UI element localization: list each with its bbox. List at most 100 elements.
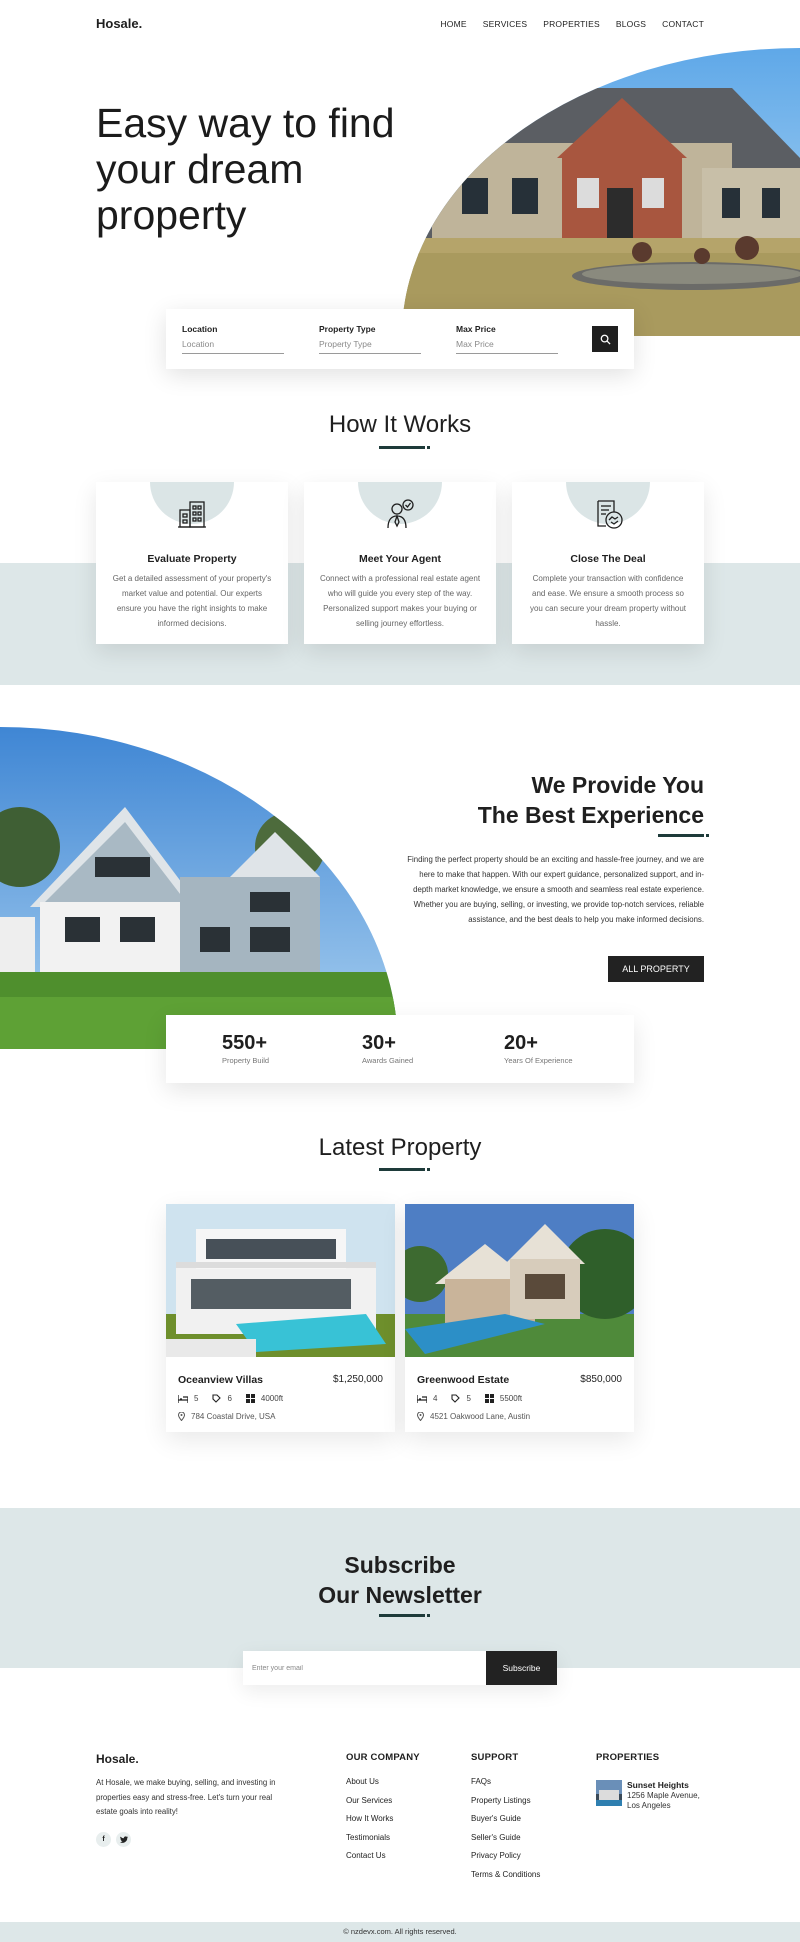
property-search-bar: Location Property Type Max Price — [166, 309, 634, 369]
stat-years-experience: 20+ Years Of Experience — [504, 1032, 573, 1065]
footer-about: At Hosale, we make buying, selling, and … — [96, 1778, 276, 1816]
property-type-field-group: Property Type — [319, 324, 421, 354]
property-specs: 5 6 4000ft — [178, 1394, 283, 1403]
copyright-bar: © nzdevx.com. All rights reserved. — [0, 1922, 800, 1942]
stat-label: Property Build — [222, 1056, 270, 1065]
footer-properties-heading: PROPERTIES — [596, 1752, 660, 1763]
footer-link-terms[interactable]: Terms & Conditions — [471, 1869, 540, 1880]
footer-link-testimonials[interactable]: Testimonials — [346, 1832, 393, 1843]
spec-area: 4000ft — [245, 1394, 284, 1403]
property-address-text: 4521 Oakwood Lane, Austin — [430, 1412, 531, 1421]
spec-area-value: 5500ft — [499, 1394, 523, 1403]
all-property-button[interactable]: ALL PROPERTY — [608, 956, 704, 982]
stat-value: 30+ — [362, 1032, 396, 1054]
spec-tags-value: 6 — [227, 1394, 232, 1403]
step-card-close: Close The Deal Complete your transaction… — [512, 482, 704, 644]
property-type-label: Property Type — [319, 324, 376, 334]
footer-link-how-it-works[interactable]: How It Works — [346, 1813, 393, 1824]
hero-house-image — [402, 48, 800, 336]
twitter-link[interactable] — [116, 1832, 131, 1847]
tag-icon — [451, 1394, 461, 1403]
spec-tags-value: 5 — [466, 1394, 471, 1403]
max-price-input[interactable] — [456, 337, 558, 354]
newsletter-form: Subscribe — [243, 1651, 557, 1685]
property-address: 784 Coastal Drive, USA — [178, 1412, 275, 1421]
provide-description: Finding the perfect property should be a… — [407, 855, 704, 924]
bed-icon — [178, 1394, 188, 1403]
stats-bar: 550+ Property Build 30+ Awards Gained 20… — [166, 1015, 634, 1083]
nav-contact[interactable]: CONTACT — [662, 19, 704, 29]
spec-tags: 5 — [451, 1394, 471, 1403]
twitter-icon — [119, 1836, 128, 1843]
agent-icon — [387, 499, 414, 529]
footer-link-faqs[interactable]: FAQs — [471, 1776, 540, 1787]
property-specs: 4 5 5500ft — [417, 1394, 522, 1403]
provide-title-line1: We Provide You — [531, 772, 704, 798]
newsletter-email-input[interactable] — [243, 1651, 485, 1685]
nav-blogs[interactable]: BLOGS — [616, 19, 646, 29]
max-price-label: Max Price — [456, 324, 496, 334]
step-card-agent: Meet Your Agent Connect with a professio… — [304, 482, 496, 644]
footer-link-sellers-guide[interactable]: Seller's Guide — [471, 1832, 540, 1843]
footer-link-buyers-guide[interactable]: Buyer's Guide — [471, 1813, 540, 1824]
area-icon — [484, 1394, 494, 1403]
stat-label: Years Of Experience — [504, 1056, 573, 1065]
footer-link-contact[interactable]: Contact Us — [346, 1850, 393, 1861]
property-name: Greenwood Estate — [417, 1374, 510, 1386]
spec-area-value: 4000ft — [260, 1394, 284, 1403]
provide-house-image — [0, 727, 398, 1049]
stat-property-build: 550+ Property Build — [222, 1032, 269, 1065]
title-underline — [379, 1168, 430, 1171]
facebook-link[interactable]: f — [96, 1832, 111, 1847]
site-logo[interactable]: Hosale. — [96, 16, 142, 31]
footer-support-links: FAQs Property Listings Buyer's Guide Sel… — [471, 1776, 540, 1880]
search-button[interactable] — [592, 326, 618, 352]
property-card[interactable]: Oceanview Villas $1,250,000 5 6 4000ft 7… — [166, 1204, 395, 1432]
title-underline — [379, 1614, 430, 1617]
step-title: Evaluate Property — [147, 553, 237, 565]
provide-title-line2: The Best Experience — [477, 802, 704, 828]
featured-property-info: Sunset Heights 1256 Maple Avenue, Los An… — [627, 1780, 709, 1811]
tag-icon — [212, 1394, 222, 1403]
footer-company-links: About Us Our Services How It Works Testi… — [346, 1776, 393, 1861]
stat-value: 550+ — [222, 1032, 268, 1054]
footer-link-services[interactable]: Our Services — [346, 1795, 393, 1806]
property-address-text: 784 Coastal Drive, USA — [191, 1412, 276, 1421]
property-image — [405, 1204, 634, 1357]
footer-link-about[interactable]: About Us — [346, 1776, 393, 1787]
footer-featured-property[interactable]: Sunset Heights 1256 Maple Avenue, Los An… — [596, 1780, 709, 1811]
spec-area: 5500ft — [484, 1394, 523, 1403]
stat-awards-gained: 30+ Awards Gained — [362, 1032, 413, 1065]
hero-title: Easy way to find your dream property — [96, 100, 395, 238]
subscribe-button[interactable]: Subscribe — [486, 1651, 557, 1685]
title-underline — [658, 834, 709, 837]
main-nav: HOME SERVICES PROPERTIES BLOGS CONTACT — [440, 19, 704, 29]
footer-logo[interactable]: Hosale. — [96, 1752, 139, 1766]
search-icon — [600, 334, 611, 345]
property-price: $1,250,000 — [332, 1374, 383, 1385]
latest-property-title: Latest Property — [318, 1134, 482, 1161]
step-title: Meet Your Agent — [358, 553, 442, 565]
footer-link-listings[interactable]: Property Listings — [471, 1795, 540, 1806]
step-text: Complete your transaction with confidenc… — [529, 574, 687, 628]
featured-property-address: 1256 Maple Avenue, Los Angeles — [627, 1791, 700, 1810]
featured-property-thumbnail — [596, 1780, 622, 1806]
step-text: Connect with a professional real estate … — [319, 574, 481, 628]
footer-link-privacy[interactable]: Privacy Policy — [471, 1850, 540, 1861]
spec-beds: 4 — [417, 1394, 437, 1403]
nav-home[interactable]: HOME — [440, 19, 466, 29]
property-card[interactable]: Greenwood Estate $850,000 4 5 5500ft 452… — [405, 1204, 634, 1432]
spec-beds: 5 — [178, 1394, 198, 1403]
location-input[interactable] — [182, 337, 284, 354]
property-name: Oceanview Villas — [178, 1374, 264, 1386]
nav-properties[interactable]: PROPERTIES — [543, 19, 600, 29]
spec-tags: 6 — [212, 1394, 232, 1403]
area-icon — [245, 1394, 255, 1403]
newsletter-title: Subscribe Our Newsletter — [0, 1550, 800, 1610]
provide-title: We Provide You The Best Experience — [404, 770, 704, 830]
nav-services[interactable]: SERVICES — [483, 19, 527, 29]
bed-icon — [417, 1394, 427, 1403]
location-pin-icon — [417, 1412, 424, 1421]
property-image — [166, 1204, 395, 1357]
property-type-input[interactable] — [319, 337, 421, 354]
